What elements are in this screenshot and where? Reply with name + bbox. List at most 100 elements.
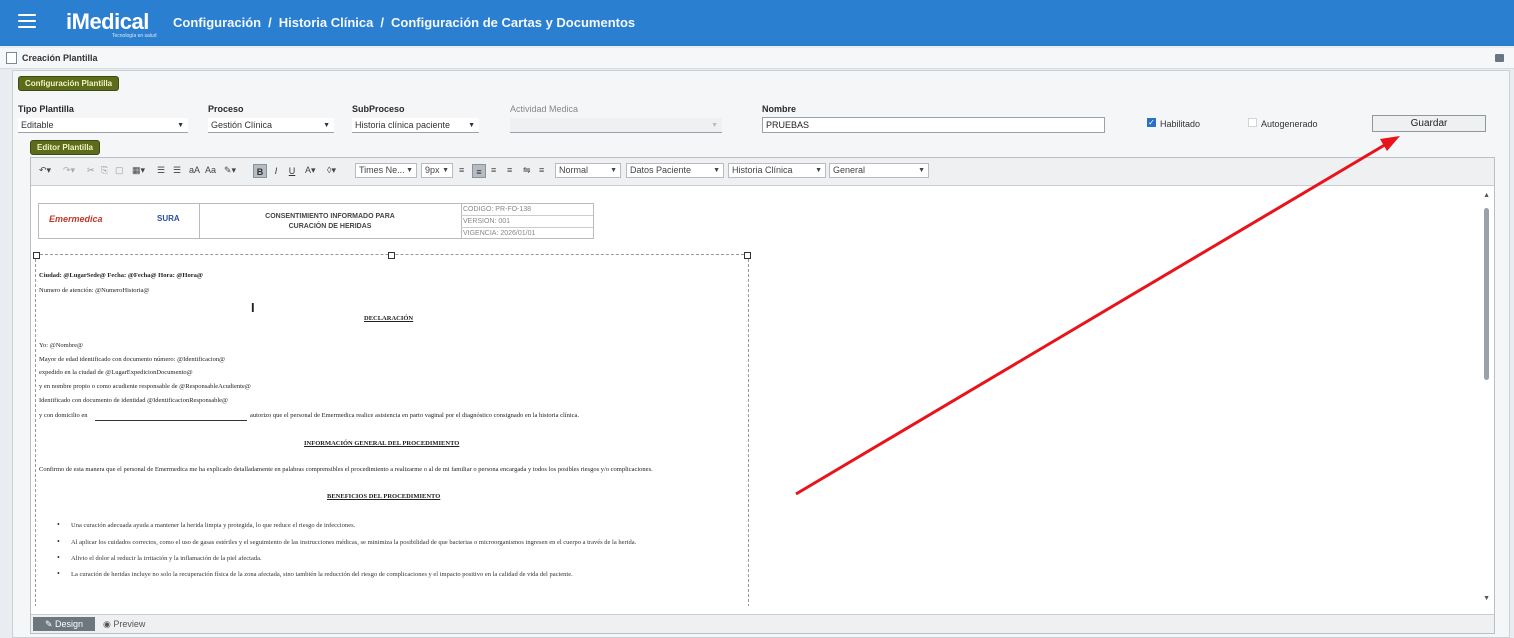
- pencil-icon: ✎: [44, 619, 56, 629]
- uppercase-icon[interactable]: aA: [189, 165, 200, 175]
- dropdown-arrow-icon: ▼: [323, 122, 330, 129]
- general-value: General: [833, 165, 866, 175]
- brand-name: Emermedica: [49, 214, 103, 224]
- doc-line-identificado: Identificado con documento de identidad …: [39, 397, 229, 404]
- habilitado-label: Habilitado: [1160, 119, 1201, 129]
- panel-header: Creación Plantilla: [0, 48, 1514, 69]
- breadcrumb: Configuración / Historia Clínica / Configura…: [173, 15, 636, 30]
- unordered-list-icon[interactable]: ☰: [173, 165, 181, 176]
- close-icon[interactable]: [1495, 54, 1504, 62]
- breadcrumb-item[interactable]: Historia Clínica: [279, 15, 374, 30]
- company-logo: Emermedica SURA: [39, 204, 200, 238]
- logo-text: iMedical: [66, 9, 149, 34]
- scroll-up-icon[interactable]: ▲: [1483, 192, 1490, 199]
- datos-paciente-value: Datos Paciente: [630, 165, 692, 175]
- app-logo[interactable]: iMedical Tecnología en salud: [60, 6, 160, 40]
- format-painter-icon[interactable]: ✎▾: [224, 165, 236, 176]
- list-item: Al aplicar los cuidados correctos, como …: [57, 537, 636, 546]
- eye-icon: ◉: [103, 619, 114, 629]
- font-color-icon[interactable]: A▾: [305, 165, 316, 176]
- dropdown-arrow-icon: ▼: [177, 122, 184, 129]
- tipo-plantilla-value: Editable: [21, 120, 54, 130]
- subproceso-select[interactable]: Historia clínica paciente ▼: [352, 118, 479, 133]
- tipo-plantilla-select[interactable]: Editable ▼: [18, 118, 188, 133]
- subproceso-label: SubProceso: [352, 104, 405, 114]
- document-body-box[interactable]: [33, 252, 751, 606]
- doc-line-atencion: Numero de atención: @NumeroHistoria@: [39, 287, 150, 294]
- dropdown-arrow-icon: ▼: [468, 122, 475, 129]
- doc-line-ciudad: Ciudad: @LugarSede@ Fecha: @Fecha@ Hora:…: [39, 272, 203, 279]
- habilitado-checkbox[interactable]: ✓: [1147, 118, 1156, 127]
- doc-line-nombre-propio: y en nombre propio o como acudiente resp…: [39, 383, 251, 390]
- indent-icon[interactable]: ≡: [539, 165, 544, 175]
- nombre-input[interactable]: PRUEBAS: [762, 117, 1105, 133]
- editor-mode-bar: ✎ Design ◉ Preview: [31, 614, 1494, 633]
- datos-paciente-select[interactable]: Datos Paciente ▼: [626, 163, 724, 178]
- heading-declaracion: DECLARACIÓN: [364, 315, 414, 322]
- actividad-medica-select[interactable]: ▼: [510, 118, 722, 133]
- dropdown-arrow-icon: ▼: [711, 122, 718, 129]
- align-right-icon[interactable]: ≡: [491, 165, 496, 175]
- doc-line-mayor: Mayor de edad identificado con documento…: [39, 356, 226, 363]
- tab-design[interactable]: ✎ Design: [33, 617, 95, 631]
- historia-clinica-select[interactable]: Historia Clínica ▼: [728, 163, 826, 178]
- autogenerado-checkbox[interactable]: [1248, 118, 1257, 127]
- scroll-thumb[interactable]: [1484, 208, 1489, 380]
- font-size-select[interactable]: 9px ▼: [421, 163, 453, 178]
- paragraph-style-value: Normal: [559, 165, 589, 175]
- dropdown-arrow-icon: ▼: [442, 167, 449, 174]
- tipo-plantilla-label: Tipo Plantilla: [18, 104, 74, 114]
- breadcrumb-item[interactable]: Configuración: [173, 15, 261, 30]
- resize-handle[interactable]: [33, 252, 40, 259]
- breadcrumb-item[interactable]: Configuración de Cartas y Documentos: [391, 15, 635, 30]
- config-section-tag: Configuración Plantilla: [18, 76, 120, 91]
- proceso-select[interactable]: Gestión Clínica ▼: [208, 118, 334, 133]
- underline-button[interactable]: U: [285, 164, 299, 178]
- table-icon[interactable]: ▦▾: [132, 165, 145, 176]
- rtl-icon[interactable]: ⇋: [523, 165, 531, 176]
- align-center-icon[interactable]: ≡: [472, 164, 486, 178]
- menu-icon[interactable]: [18, 14, 36, 30]
- ordered-list-icon[interactable]: ☰: [157, 165, 165, 176]
- document-icon: [6, 52, 17, 64]
- scroll-down-icon[interactable]: ▼: [1483, 595, 1490, 602]
- doc-line-confirmo: Confirmo de esta manera que el personal …: [39, 466, 653, 473]
- redo-icon[interactable]: ↷▾: [63, 165, 75, 176]
- version-text: VERSION: 001: [461, 216, 593, 228]
- document-canvas[interactable]: Emermedica SURA CONSENTIMIENTO INFORMADO…: [31, 186, 1476, 606]
- list-item: Una curación adecuada ayuda a mantener l…: [57, 520, 355, 529]
- bold-button[interactable]: B: [253, 164, 267, 178]
- resize-handle[interactable]: [744, 252, 751, 259]
- title-line-1: CONSENTIMIENTO INFORMADO PARA: [265, 213, 395, 220]
- tab-preview[interactable]: ◉ Preview: [103, 617, 173, 631]
- tab-preview-label: Preview: [113, 619, 146, 629]
- dropdown-arrow-icon: ▼: [713, 167, 720, 174]
- highlight-icon[interactable]: ◊▾: [327, 165, 336, 176]
- italic-button[interactable]: I: [269, 164, 283, 178]
- subproceso-value: Historia clínica paciente: [355, 120, 451, 130]
- general-select[interactable]: General ▼: [829, 163, 929, 178]
- top-navbar: iMedical Tecnología en salud Configuraci…: [0, 0, 1514, 46]
- doc-line-domicilio-b: autorizo que el personal de Emermedica r…: [250, 412, 580, 419]
- editor-scrollbar[interactable]: ▲ ▼: [1480, 190, 1492, 602]
- blank-line: [95, 420, 247, 421]
- lowercase-icon[interactable]: Aa: [205, 165, 216, 175]
- undo-icon[interactable]: ↶▾: [39, 165, 51, 176]
- copy-icon[interactable]: ⎘: [101, 165, 108, 176]
- justify-icon[interactable]: ≡: [507, 165, 512, 175]
- dropdown-arrow-icon: ▼: [610, 167, 617, 174]
- resize-handle[interactable]: [388, 252, 395, 259]
- heading-beneficios: BENEFICIOS DEL PROCEDIMIENTO: [327, 493, 441, 500]
- dropdown-arrow-icon: ▼: [918, 167, 925, 174]
- paste-icon[interactable]: ▢: [115, 165, 124, 176]
- guardar-button[interactable]: Guardar: [1372, 115, 1486, 132]
- cut-icon[interactable]: ✂: [87, 165, 95, 176]
- font-size-value: 9px: [425, 165, 440, 175]
- font-name-select[interactable]: Times Ne... ▼: [355, 163, 417, 178]
- list-item: La curación de heridas incluye no solo l…: [57, 569, 573, 578]
- tab-design-label: Design: [55, 619, 84, 629]
- align-left-icon[interactable]: ≡: [459, 165, 464, 175]
- autogenerado-label: Autogenerado: [1261, 119, 1318, 129]
- list-item: Alivio el dolor al reducir la irritación…: [57, 553, 262, 562]
- paragraph-style-select[interactable]: Normal ▼: [555, 163, 621, 178]
